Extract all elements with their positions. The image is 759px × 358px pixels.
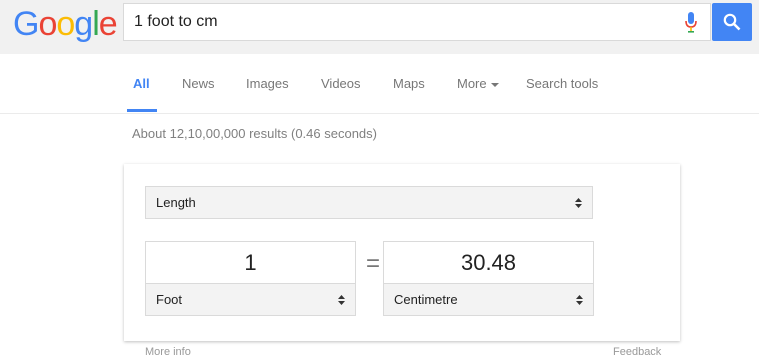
tab-videos[interactable]: Videos: [321, 75, 361, 93]
tab-images[interactable]: Images: [246, 75, 289, 93]
more-info-link[interactable]: More info: [145, 346, 191, 358]
from-unit-value: Foot: [156, 292, 183, 307]
to-value: 30.48: [460, 250, 517, 275]
search-button[interactable]: [712, 3, 752, 41]
from-value-input[interactable]: 1: [145, 241, 356, 284]
search-query-text[interactable]: 1 foot to cm: [134, 4, 218, 40]
google-logo[interactable]: Google: [13, 5, 118, 43]
logo-letter-o2: o: [56, 5, 75, 43]
feedback-link[interactable]: Feedback: [613, 346, 661, 358]
active-tab-indicator: [127, 109, 157, 112]
from-value: 1: [244, 250, 257, 275]
header-bar: Google 1 foot to cm: [0, 0, 759, 54]
result-stats: About 12,10,00,000 results (0.46 seconds…: [132, 126, 377, 141]
tab-all[interactable]: All: [133, 75, 150, 93]
category-select[interactable]: Length: [145, 186, 593, 219]
search-tabs: All News Images Videos Maps More Search …: [0, 54, 759, 114]
logo-letter-e: e: [98, 5, 118, 43]
updown-arrows-icon: [575, 198, 582, 208]
microphone-icon[interactable]: [684, 12, 698, 34]
caret-down-icon: [490, 82, 499, 87]
updown-arrows-icon: [338, 295, 345, 305]
tab-news[interactable]: News: [182, 75, 215, 93]
logo-letter-g2: g: [74, 5, 93, 43]
tab-search-tools[interactable]: Search tools: [526, 75, 598, 93]
to-value-input[interactable]: 30.48: [383, 241, 594, 284]
tab-more[interactable]: More: [457, 75, 499, 93]
equals-sign: =: [365, 250, 380, 277]
tab-more-label: More: [457, 76, 487, 91]
category-select-value: Length: [156, 195, 196, 210]
from-unit-select[interactable]: Foot: [145, 283, 356, 316]
logo-letter-o1: o: [38, 5, 57, 43]
to-unit-select[interactable]: Centimetre: [383, 283, 594, 316]
updown-arrows-icon: [576, 295, 583, 305]
logo-letter-g: G: [13, 5, 39, 43]
to-unit-value: Centimetre: [394, 292, 458, 307]
tab-maps[interactable]: Maps: [393, 75, 425, 93]
search-input[interactable]: 1 foot to cm: [123, 3, 711, 41]
search-icon: [723, 13, 741, 31]
